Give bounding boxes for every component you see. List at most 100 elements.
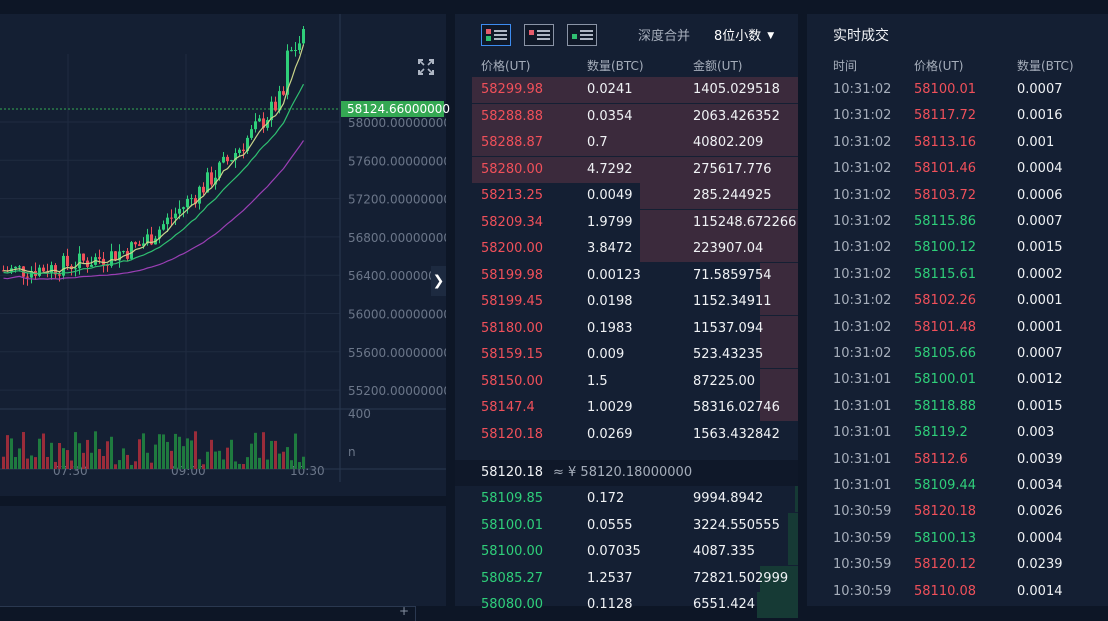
candle	[226, 156, 229, 162]
ask-amount: 0.00123	[587, 267, 641, 283]
trade-price: 58110.08	[914, 583, 977, 599]
ask-total: 275617.776	[693, 161, 772, 177]
candle	[122, 251, 125, 253]
trade-price: 58115.86	[914, 214, 977, 229]
volume-bar	[222, 459, 225, 469]
candle	[14, 266, 17, 269]
bid-price: 58109.85	[481, 491, 544, 506]
ask-row[interactable]: 58213.25 0.0049 285.244925	[455, 183, 798, 209]
trade-row: 10:30:59 58120.18 0.0026	[807, 499, 1108, 525]
candle	[302, 29, 305, 44]
trade-row: 10:31:02 58115.61 0.0002	[807, 262, 1108, 288]
trade-row: 10:31:01 58118.88 0.0015	[807, 394, 1108, 420]
trade-amount: 0.0015	[1017, 240, 1063, 256]
trade-row: 10:31:02 58103.72 0.0006	[807, 183, 1108, 209]
trade-amount: 0.0001	[1017, 319, 1063, 335]
trade-row: 10:31:01 58119.2 0.003	[807, 420, 1108, 446]
bid-depth-bar	[787, 512, 798, 539]
trade-time: 10:31:01	[833, 425, 892, 441]
candle	[290, 50, 293, 52]
kline-chart-panel: 58000.00000000 57600.00000000 57200.000000…	[0, 14, 450, 621]
collapse-chart-handle[interactable]: ❯	[431, 266, 446, 296]
bid-row[interactable]: 58100.00 0.07035 4087.335	[455, 539, 798, 565]
ask-row[interactable]: 58288.87 0.7 40802.209	[455, 130, 798, 156]
volume-bar	[130, 464, 133, 469]
candle	[78, 253, 81, 269]
plus-icon[interactable]: +	[399, 604, 409, 618]
ask-depth-bar	[760, 368, 798, 395]
ask-row[interactable]: 58180.00 0.1983 11537.094	[455, 315, 798, 342]
trade-price: 58115.61	[914, 266, 977, 282]
volume-bar	[158, 434, 161, 469]
ask-row[interactable]: 58199.98 0.00123 71.5859754	[455, 262, 798, 289]
candle	[210, 172, 213, 185]
view-both-button[interactable]	[481, 24, 511, 46]
ask-total: 2063.426352	[693, 108, 780, 124]
ask-row[interactable]: 58159.15 0.009 523.43235	[455, 342, 798, 368]
candle	[202, 186, 205, 193]
ask-total: 115248.672266	[693, 214, 797, 230]
bid-row[interactable]: 58085.27 1.2537 72821.502999	[455, 565, 798, 592]
trade-price: 58118.88	[914, 398, 977, 414]
candle	[178, 208, 181, 214]
decimal-precision-select[interactable]: 8位小数 ▼	[714, 25, 774, 44]
volume-bar	[78, 443, 81, 469]
volume-bar	[214, 451, 217, 469]
volume-bar	[294, 433, 297, 469]
bid-row[interactable]: 58109.85 0.172 9994.8942	[455, 486, 798, 512]
ask-row[interactable]: 58120.18 0.0269 1563.432842	[455, 422, 798, 448]
candle	[186, 198, 189, 208]
volume-bar	[106, 441, 109, 469]
candle	[174, 213, 177, 219]
trade-amount: 0.003	[1017, 425, 1055, 441]
ask-price: 58120.18	[481, 426, 544, 442]
trade-time: 10:31:02	[833, 187, 892, 203]
bid-row[interactable]: 58100.01 0.0555 3224.550555	[455, 512, 798, 539]
volume-bar	[190, 440, 193, 469]
ask-total: 87225.00	[693, 373, 756, 389]
ask-amount: 0.1983	[587, 320, 633, 336]
ask-row[interactable]: 58299.98 0.0241 1405.029518	[455, 77, 798, 103]
ask-row[interactable]: 58209.34 1.9799 115248.672266	[455, 209, 798, 236]
volume-bar	[186, 438, 189, 469]
ma-line-short	[3, 44, 305, 275]
bid-total: 72821.502999	[693, 570, 789, 586]
ask-amount: 0.0049	[587, 188, 633, 203]
view-bids-button[interactable]	[567, 24, 597, 46]
ask-row[interactable]: 58150.00 1.5 87225.00	[455, 368, 798, 395]
view-asks-button[interactable]	[524, 24, 554, 46]
trade-price: 58100.01	[914, 372, 977, 388]
trade-row: 10:31:02 58102.26 0.0001	[807, 288, 1108, 314]
ask-row[interactable]: 58147.4 1.0029 58316.02746	[455, 395, 798, 421]
trades-title: 实时成交	[833, 28, 889, 44]
bid-depth-bar	[794, 486, 798, 512]
candle	[298, 43, 301, 51]
bid-row[interactable]: 58080.00 0.1128 6551.424	[455, 592, 798, 618]
chevron-right-icon: ❯	[432, 273, 445, 289]
volume-bar	[230, 439, 233, 469]
kline-chart[interactable]: 58000.00000000 57600.00000000 57200.000000…	[0, 14, 446, 482]
trade-amount: 0.0001	[1017, 293, 1063, 309]
trade-row: 10:31:02 58115.86 0.0007	[807, 209, 1108, 235]
ask-row[interactable]: 58288.88 0.0354 2063.426352	[455, 103, 798, 130]
volume-bar	[262, 432, 265, 469]
depth-merge-label: 深度合并	[638, 29, 691, 44]
volume-bar	[210, 439, 213, 469]
bid-amount: 0.1128	[587, 597, 633, 612]
ask-total: 11537.094	[693, 320, 764, 336]
ask-row[interactable]: 58280.00 4.7292 275617.776	[455, 156, 798, 183]
trade-price: 58120.18	[914, 504, 977, 520]
fullscreen-icon[interactable]	[417, 58, 435, 76]
ask-total: 40802.209	[693, 135, 764, 150]
recent-trades-panel: 实时成交 时间 价格(UT) 数量(BTC) 10:31:02 58100.01 0…	[807, 14, 1108, 606]
ask-row[interactable]: 58199.45 0.0198 1152.34911	[455, 289, 798, 315]
volume-bar	[50, 442, 53, 469]
bid-depth-bar	[756, 592, 798, 618]
trade-amount: 0.0007	[1017, 214, 1063, 229]
trade-time: 10:30:59	[833, 583, 892, 599]
ask-row[interactable]: 58200.00 3.8472 223907.04	[455, 236, 798, 262]
volume-bar	[126, 454, 129, 469]
ask-price: 58180.00	[481, 320, 544, 336]
volume-bar	[202, 464, 205, 469]
volume-bar	[30, 455, 33, 469]
